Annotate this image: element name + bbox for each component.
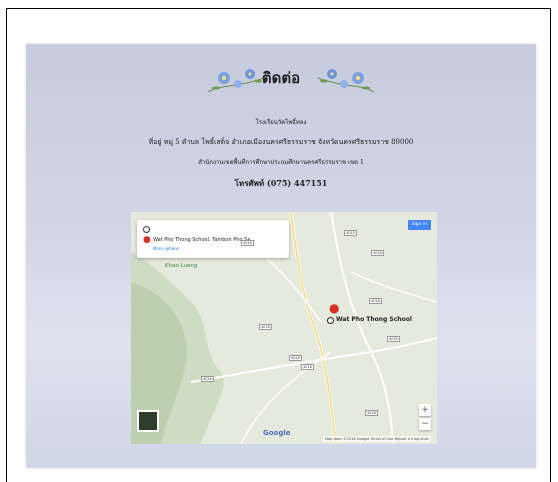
road-label: 4016 <box>259 324 272 330</box>
school-label[interactable]: Wat Pho Thong School <box>336 316 412 323</box>
road-label: 4016 <box>241 240 254 246</box>
destination-pin-icon: ● <box>143 235 151 245</box>
zoom-in-button[interactable]: + <box>419 404 431 416</box>
top-sliver <box>0 0 558 6</box>
poi-label[interactable]: Khao Luang <box>165 263 197 269</box>
zoom-out-button[interactable]: − <box>419 418 431 430</box>
map-attribution[interactable]: Map data ©2018 Google Terms of Use Repor… <box>322 436 431 442</box>
google-logo: Google <box>263 429 291 437</box>
sign-in-button[interactable]: Sign in <box>407 220 431 230</box>
embedded-map[interactable]: ● Wat Pho Thong School, Tambon Pho Sa...… <box>131 212 437 444</box>
road-label: 4016 <box>201 376 214 382</box>
flower-decoration-icon <box>317 69 375 93</box>
road-label: 4016 <box>387 336 400 342</box>
address-line: ที่อยู่ หมู่ 5 ตำบล โพธิ์เสด็จ อำเภอเมือ… <box>148 138 414 146</box>
more-options-link[interactable]: More options <box>153 246 179 251</box>
directions-card[interactable]: ● Wat Pho Thong School, Tambon Pho Sa...… <box>137 220 289 258</box>
contact-page: ติดต่อ โรงเรียนวัดโพธิ์ทอง ที่อยู่ หมู่ … <box>26 44 536 468</box>
road-label: 4015 <box>344 230 357 236</box>
satellite-toggle[interactable] <box>137 410 159 432</box>
destination-name: Wat Pho Thong School, Tambon Pho Sa... <box>153 237 256 243</box>
page-title: ติดต่อ <box>261 69 301 87</box>
page-header: ติดต่อ <box>26 62 536 102</box>
office-line: สำนักงานเขตพื้นที่การศึกษาประถมศึกษานครศ… <box>198 159 364 166</box>
school-pin-icon[interactable]: ● <box>329 302 339 314</box>
phone-line: โทรศัพท์ (075) 447151 <box>234 178 328 188</box>
road-label: 4016 <box>289 355 302 361</box>
road-label: 4016 <box>365 410 378 416</box>
road-label: 4016 <box>301 364 314 370</box>
road-label: 4016 <box>369 298 382 304</box>
school-marker-icon <box>327 317 334 324</box>
school-name: โรงเรียนวัดโพธิ์ทอง <box>255 119 307 126</box>
origin-circle-icon <box>143 226 150 233</box>
road-label: 4016 <box>371 250 384 256</box>
